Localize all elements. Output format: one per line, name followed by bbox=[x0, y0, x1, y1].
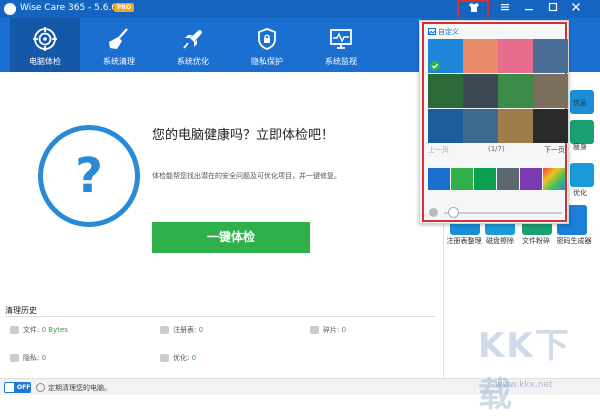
skin-thumbnail[interactable] bbox=[428, 39, 463, 73]
page-description: 体检能帮您找出潜在的安全问题及可优化项目，并一键修复。 bbox=[152, 172, 341, 180]
tab-system-monitor[interactable]: 系统监视 bbox=[306, 18, 376, 72]
tab-label: 系统优化 bbox=[177, 57, 209, 66]
page-title: 您的电脑健康吗？立即体检吧！ bbox=[152, 128, 335, 143]
skin-thumbnail[interactable] bbox=[498, 39, 533, 73]
fragment-icon bbox=[310, 326, 319, 334]
skin-thumbnail[interactable] bbox=[533, 109, 568, 143]
sidebar-label-info: 信息 bbox=[573, 99, 587, 107]
title-bar: Wise Care 365 - 5.6.6 PRO bbox=[0, 0, 600, 18]
sidebar-label-optimize: 优化 bbox=[573, 189, 587, 197]
file-icon bbox=[10, 326, 19, 334]
tab-label: 隐私保护 bbox=[251, 57, 283, 66]
app-title: Wise Care 365 - 5.6.6 bbox=[20, 3, 118, 13]
next-page-button[interactable]: 下一页 bbox=[544, 145, 565, 155]
skin-thumbnail[interactable] bbox=[463, 109, 498, 143]
tab-privacy-protect[interactable]: 隐私保护 bbox=[232, 18, 302, 72]
sidebar-tile-optimize[interactable] bbox=[570, 163, 594, 187]
pro-badge: PRO bbox=[114, 3, 135, 12]
transparency-icon bbox=[429, 208, 438, 217]
schedule-toggle[interactable]: OFF bbox=[4, 382, 31, 393]
skin-button-highlight bbox=[457, 0, 489, 20]
registry-icon bbox=[160, 326, 169, 334]
tab-label: 系统清理 bbox=[103, 57, 135, 66]
skin-thumbnail[interactable] bbox=[463, 74, 498, 108]
skin-thumbnail[interactable] bbox=[498, 74, 533, 108]
skin-thumbnail[interactable] bbox=[428, 109, 463, 143]
target-icon bbox=[33, 27, 57, 51]
sidebar-label-slim: 瘦身 bbox=[573, 143, 587, 151]
skin-thumbnail[interactable] bbox=[463, 39, 498, 73]
color-swatch[interactable] bbox=[497, 168, 519, 190]
clock-icon bbox=[36, 383, 45, 392]
history-item-optimize: 优化: 0 bbox=[160, 353, 196, 363]
rocket-small-icon bbox=[160, 354, 169, 362]
image-icon bbox=[428, 28, 436, 35]
history-divider bbox=[5, 316, 435, 317]
slider-handle[interactable] bbox=[448, 207, 459, 218]
skin-thumbnail[interactable] bbox=[428, 74, 463, 108]
check-icon bbox=[430, 61, 440, 71]
rocket-icon bbox=[183, 30, 202, 49]
shield-icon bbox=[258, 28, 276, 50]
tab-label: 系统监视 bbox=[325, 57, 357, 66]
eye-icon bbox=[10, 354, 19, 362]
watermark-url: www.kkx.net bbox=[495, 380, 553, 390]
prev-page-button[interactable]: 上一页 bbox=[428, 145, 449, 155]
schedule-text: 定期清理您的电脑。 bbox=[48, 384, 111, 392]
toggle-knob bbox=[5, 383, 14, 392]
color-swatch[interactable] bbox=[428, 168, 450, 190]
skin-thumbnail[interactable] bbox=[533, 74, 568, 108]
close-icon[interactable] bbox=[568, 2, 584, 16]
color-picker-swatch[interactable] bbox=[543, 168, 565, 190]
custom-skin-link[interactable]: 自定义 bbox=[428, 27, 459, 37]
history-item-registry: 注册表: 0 bbox=[160, 325, 203, 335]
history-item-privacy: 隐私: 0 bbox=[10, 353, 46, 363]
sidebar-tile-slim[interactable] bbox=[570, 120, 594, 144]
health-question-icon: ? bbox=[38, 125, 140, 227]
history-title: 清理历史 bbox=[5, 306, 37, 315]
color-swatch[interactable] bbox=[520, 168, 542, 190]
history-item-files: 文件: 0 Bytes bbox=[10, 325, 68, 335]
menu-icon[interactable] bbox=[497, 2, 513, 16]
watermark-logo: KK下载 bbox=[478, 326, 571, 415]
tab-pc-checkup[interactable]: 电脑体检 bbox=[10, 18, 80, 72]
maximize-icon[interactable] bbox=[545, 2, 561, 16]
tool-label: 文件粉碎 bbox=[522, 237, 550, 245]
app-logo-icon bbox=[4, 3, 16, 15]
transparency-slider[interactable] bbox=[444, 212, 562, 214]
skin-popup: 自定义 上一页 (1/7) 下一页 bbox=[419, 20, 569, 224]
tool-label: 注册表整理 bbox=[446, 237, 482, 245]
skin-thumbnail[interactable] bbox=[498, 109, 533, 143]
tab-system-clean[interactable]: 系统清理 bbox=[84, 18, 154, 72]
tool-label: 磁盘擦除 bbox=[486, 237, 514, 245]
color-swatch[interactable] bbox=[451, 168, 473, 190]
skin-thumbnail[interactable] bbox=[533, 39, 568, 73]
broom-icon bbox=[109, 28, 128, 49]
tab-system-optimize[interactable]: 系统优化 bbox=[158, 18, 228, 72]
history-item-fragments: 碎片: 0 bbox=[310, 325, 346, 335]
tool-label: 密码生成器 bbox=[556, 237, 592, 245]
page-indicator: (1/7) bbox=[488, 145, 505, 153]
one-click-checkup-button[interactable]: 一键体检 bbox=[152, 222, 310, 253]
color-swatch[interactable] bbox=[474, 168, 496, 190]
tab-label: 电脑体检 bbox=[29, 57, 61, 66]
minimize-icon[interactable] bbox=[521, 2, 537, 16]
monitor-icon bbox=[330, 29, 352, 49]
